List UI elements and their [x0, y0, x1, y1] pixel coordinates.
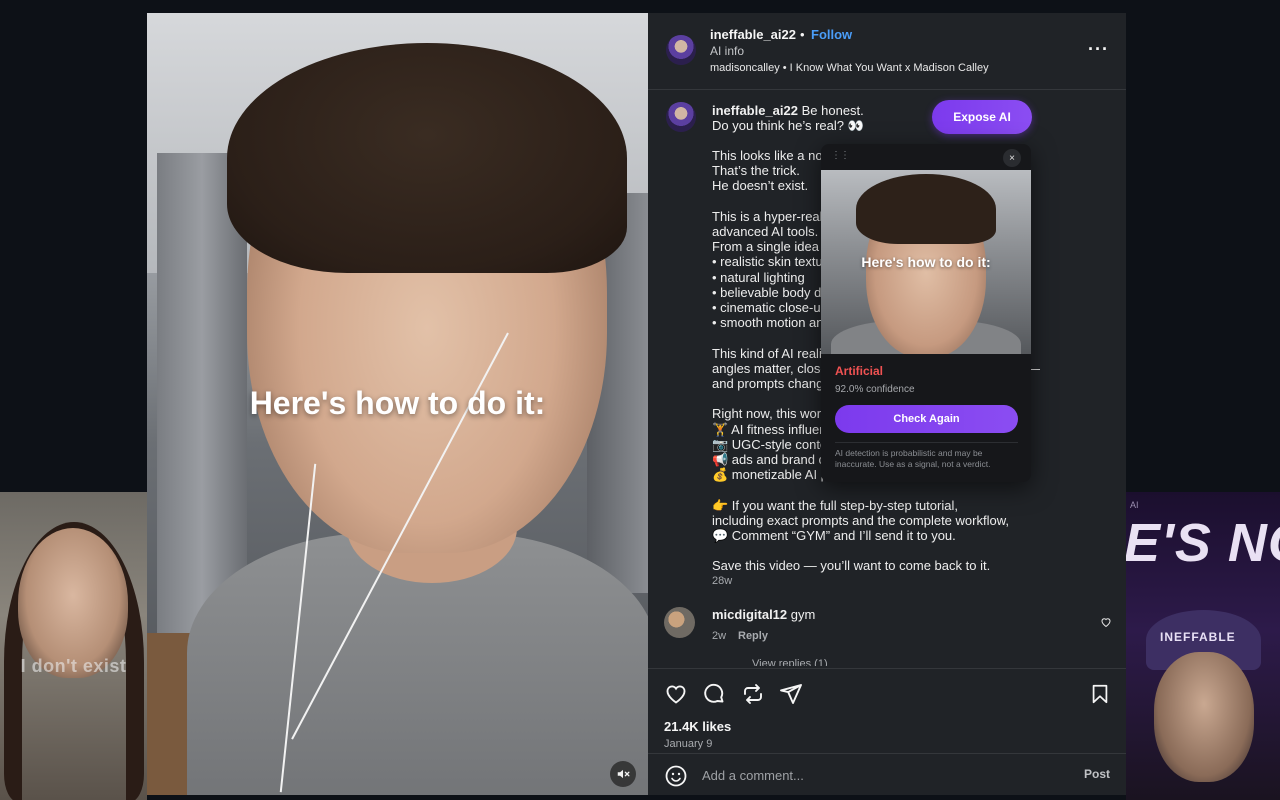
post-comment-button[interactable]: Post	[1084, 767, 1110, 781]
analyzed-frame-thumbnail: Here's how to do it:	[821, 170, 1031, 354]
caption-username[interactable]: ineffable_ai22	[712, 103, 798, 118]
post-actions: 21.4K likes January 9	[648, 668, 1126, 763]
verdict-label: Artificial	[835, 364, 884, 378]
reply-button[interactable]: Reply	[738, 630, 768, 642]
left-background-thumbnail	[0, 492, 147, 800]
comment-timestamp: 2w	[712, 630, 727, 642]
check-again-button[interactable]: Check Again	[835, 405, 1018, 433]
thumbnail-face	[1154, 652, 1254, 782]
post-header: ineffable_ai22 • Follow AI info madisonc…	[648, 13, 1126, 90]
caption-first-text: Be honest.	[801, 103, 864, 118]
more-options-icon[interactable]: ···	[1088, 39, 1109, 60]
expose-ai-button[interactable]: Expose AI	[932, 100, 1032, 134]
likes-count[interactable]: 21.4K likes	[664, 719, 731, 734]
comment-input[interactable]	[702, 764, 1062, 786]
thumbnail-cap-text: INEFFABLE	[1160, 630, 1236, 644]
ai-detection-popup: ⋮⋮ × Here's how to do it: Artificial 92.…	[821, 144, 1031, 482]
save-button[interactable]	[1087, 681, 1113, 707]
disclaimer-text: AI detection is probabilistic and may be…	[835, 448, 991, 469]
add-comment-bar: Post	[648, 753, 1126, 795]
caption-avatar[interactable]	[666, 102, 696, 132]
comment-like-button[interactable]	[1100, 615, 1112, 633]
avatar[interactable]	[666, 35, 696, 65]
video-caption: Here's how to do it:	[249, 385, 546, 421]
thumbnail-hair	[856, 174, 996, 244]
comment-button[interactable]	[701, 681, 727, 707]
video-hair	[227, 43, 627, 273]
comment-text: gym	[790, 607, 816, 622]
emoji-icon	[665, 765, 687, 787]
caption-second-line: Do you think he’s real? 👀	[712, 118, 864, 133]
comment-line: micdigital12 gym	[712, 607, 815, 622]
share-button[interactable]	[778, 681, 804, 707]
comment-avatar[interactable]	[664, 607, 695, 638]
comment-username[interactable]: micdigital12	[712, 607, 787, 622]
comment-bubble-icon	[704, 683, 724, 703]
mute-button[interactable]	[610, 761, 636, 787]
confidence-label: 92.0% confidence	[835, 384, 915, 395]
right-thumbnail-headline: E'S NOT	[1126, 513, 1280, 573]
caption-timestamp: 28w	[712, 575, 733, 587]
divider	[835, 442, 1018, 443]
repost-button[interactable]	[740, 681, 766, 707]
close-icon[interactable]: ×	[1003, 149, 1021, 167]
audio-link[interactable]: madisoncalley • I Know What You Want x M…	[710, 62, 989, 74]
header-separator: •	[800, 27, 805, 42]
post-date: January 9	[664, 738, 713, 750]
bookmark-icon	[1092, 684, 1108, 704]
view-replies-link[interactable]: View replies (1)	[752, 658, 828, 666]
caption-first-line: ineffable_ai22 Be honest.	[712, 103, 864, 118]
header-username[interactable]: ineffable_ai22	[710, 27, 796, 42]
ai-info-link[interactable]: AI info	[710, 44, 744, 58]
right-background-thumbnail: AI E'S NOT INEFFABLE	[1126, 492, 1280, 800]
right-thumbnail-label: AI	[1130, 500, 1139, 510]
heart-icon	[1101, 618, 1111, 628]
speaker-muted-icon	[617, 769, 630, 779]
emoji-button[interactable]	[664, 764, 688, 788]
reel-video[interactable]: Here's how to do it:	[147, 13, 648, 795]
thumbnail-caption: Here's how to do it:	[861, 254, 991, 270]
drag-handle-icon[interactable]: ⋮⋮	[831, 150, 850, 161]
like-button[interactable]	[663, 681, 689, 707]
follow-button[interactable]: Follow	[811, 27, 852, 42]
left-thumbnail-caption: I don't exist	[20, 656, 127, 676]
heart-icon	[666, 685, 686, 704]
repost-icon	[744, 684, 762, 704]
send-icon	[780, 684, 802, 704]
